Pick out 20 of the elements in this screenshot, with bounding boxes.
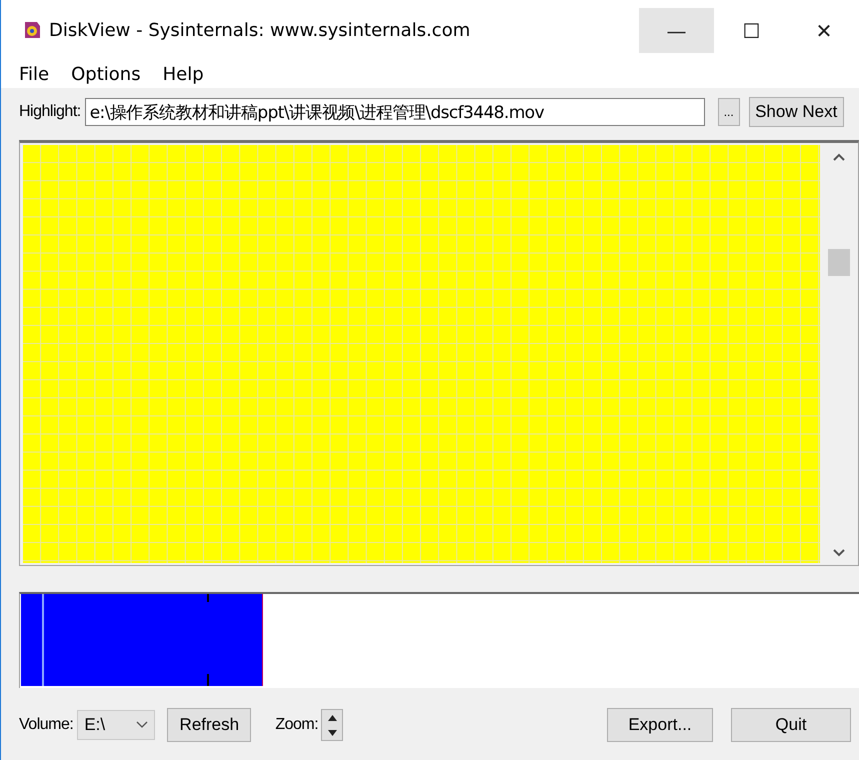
caret-icon[interactable]	[136, 721, 148, 729]
volume-label: Volume:	[19, 716, 74, 734]
menu-item[interactable]: Options	[71, 64, 141, 84]
browse-button[interactable]: ...	[718, 98, 740, 126]
refresh-button[interactable]: Refresh	[167, 708, 252, 742]
show-next-button[interactable]: Show Next	[748, 97, 844, 127]
menu-item[interactable]: Help	[162, 64, 204, 84]
scroll-up-icon[interactable]	[833, 153, 845, 161]
zoom-label: Zoom:	[275, 716, 318, 734]
window-title: DiskView - Sysinternals: www.sysinternals.com	[49, 20, 472, 40]
scroll-down-icon[interactable]	[833, 549, 845, 557]
volume-dropdown[interactable]: E:\	[77, 710, 156, 740]
menu-item[interactable]: File	[19, 64, 50, 84]
zoom-spinner[interactable]	[321, 709, 344, 741]
export-button[interactable]: Export...	[607, 708, 713, 742]
highlight-label: Highlight:	[19, 103, 81, 121]
quit-button[interactable]: Quit	[731, 708, 851, 742]
scroll-thumb[interactable]	[828, 249, 850, 276]
minimize-button[interactable]: —	[639, 8, 714, 53]
highlight-field[interactable]: e:\操作系统教材和讲稿ppt\讲课视频\进程管理\dscf3448.mov	[84, 98, 705, 126]
